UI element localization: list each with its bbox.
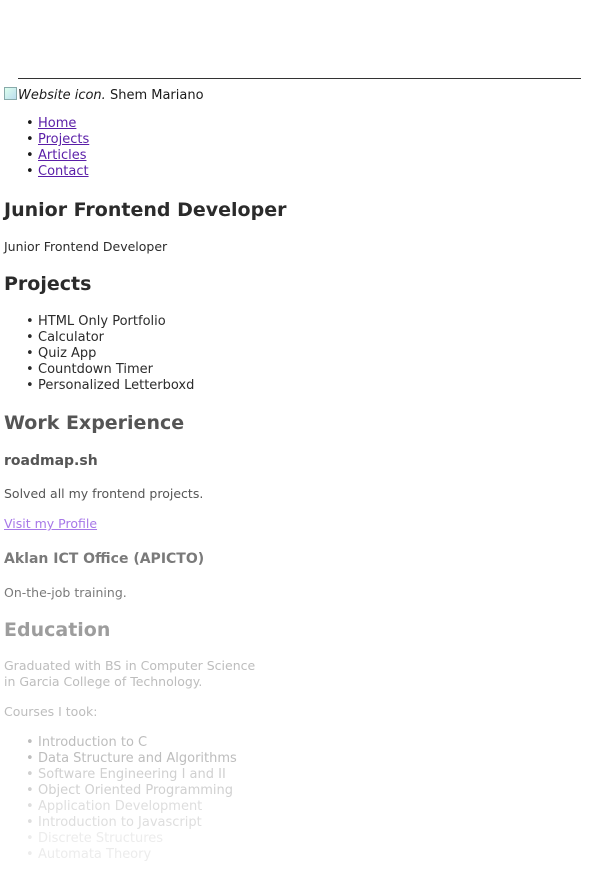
list-item: Introduction to Javascript [4, 815, 237, 831]
list-item: Application Development [4, 799, 237, 815]
work-heading: Work Experience [4, 412, 185, 434]
job-description-roadmap: Solved all my frontend projects. [4, 486, 204, 501]
nav-link-articles[interactable]: Articles [38, 148, 86, 163]
list-item: Automata Theory [4, 847, 237, 863]
list-item: Software Engineering I and II [4, 767, 237, 783]
main-nav: Home Projects Articles Contact [4, 116, 89, 180]
projects-list: HTML Only Portfolio Calculator Quiz App … [4, 314, 194, 394]
education-summary-line2: in Garcia College of Technology. [4, 674, 203, 689]
list-item: Introduction to C [4, 735, 237, 751]
site-name: Shem Mariano [109, 88, 204, 103]
job-title-apicto: Aklan ICT Office (APICTO) [4, 551, 205, 567]
job-title-roadmap: roadmap.sh [4, 453, 98, 469]
list-item: Data Structure and Algorithms [4, 751, 237, 767]
list-item: Countdown Timer [4, 362, 194, 378]
nav-link-projects[interactable]: Projects [38, 132, 89, 147]
list-item: Personalized Letterboxd [4, 378, 194, 394]
nav-item-articles: Articles [4, 148, 89, 164]
projects-heading: Projects [4, 273, 92, 295]
education-heading: Education [4, 619, 111, 641]
list-item: Discrete Structures [4, 831, 237, 847]
visit-profile-link[interactable]: Visit my Profile [4, 516, 97, 531]
hero-subtitle: Junior Frontend Developer [4, 239, 168, 254]
list-item: HTML Only Portfolio [4, 314, 194, 330]
list-item: Object Oriented Programming [4, 783, 237, 799]
list-item: Calculator [4, 330, 194, 346]
education-summary-line1: Graduated with BS in Computer Science [4, 658, 256, 673]
courses-label: Courses I took: [4, 704, 98, 719]
job-description-apicto: On-the-job training. [4, 585, 127, 600]
hero-title: Junior Frontend Developer [4, 199, 287, 221]
header-divider [18, 78, 581, 79]
list-item: Quiz App [4, 346, 194, 362]
nav-item-contact: Contact [4, 164, 89, 180]
nav-link-home[interactable]: Home [38, 116, 76, 131]
courses-list: Introduction to C Data Structure and Alg… [4, 735, 237, 863]
nav-item-home: Home [4, 116, 89, 132]
nav-link-contact[interactable]: Contact [38, 164, 89, 179]
website-icon: Website icon. [4, 88, 106, 103]
site-header: Website icon. Shem Mariano [4, 87, 204, 104]
nav-item-projects: Projects [4, 132, 89, 148]
